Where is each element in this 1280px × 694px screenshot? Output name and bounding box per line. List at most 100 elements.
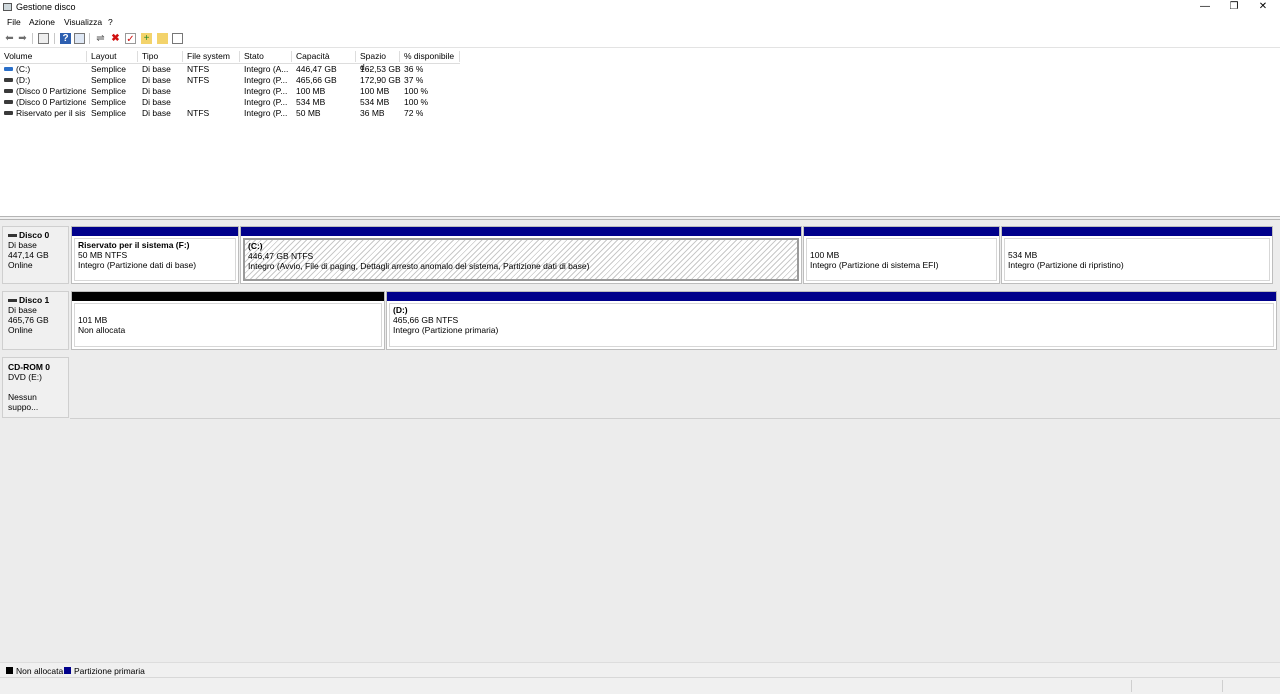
partition-unallocated[interactable]: 101 MB Non allocata: [71, 291, 385, 350]
table-row[interactable]: (C:) Semplice Di base NTFS Integro (A...…: [0, 64, 460, 75]
cell-volume: (C:): [16, 64, 31, 74]
partition-body: Riservato per il sistema (F:) 50 MB NTFS…: [74, 238, 236, 281]
delete-icon[interactable]: ✖: [110, 33, 121, 44]
forward-icon[interactable]: ➡: [17, 33, 28, 44]
legend-unallocated-label: Non allocata: [16, 666, 64, 676]
column-header-capacita[interactable]: Capacità: [292, 51, 356, 62]
disk-0-name: Disco 0: [8, 230, 68, 240]
partition-bar: [241, 227, 801, 236]
cell-volume: (Disco 0 Partizione...: [16, 97, 86, 107]
column-header-spazio[interactable]: Spazio d...: [356, 51, 400, 72]
cell-layout: Semplice: [91, 86, 126, 96]
partition-name: (D:): [393, 305, 408, 315]
cell-tipo: Di base: [142, 86, 171, 96]
partition-size: 465,66 GB NTFS: [393, 315, 459, 325]
properties-icon[interactable]: [38, 33, 49, 44]
column-header-disponibile[interactable]: % disponibile: [400, 51, 460, 62]
cell-perc: 72 %: [404, 108, 424, 118]
menu-azione[interactable]: Azione: [29, 17, 55, 27]
cell-stato: Integro (P...: [244, 86, 288, 96]
disk-volume-icon: [4, 67, 13, 71]
partition-body: 100 MB Integro (Partizione di sistema EF…: [806, 238, 997, 281]
disk-1-status: Online: [8, 325, 33, 335]
partition-efi[interactable]: 100 MB Integro (Partizione di sistema EF…: [803, 226, 1000, 284]
close-button[interactable]: ✕: [1248, 0, 1278, 15]
partition-size: 50 MB NTFS: [78, 250, 128, 260]
disk-1-name: Disco 1: [8, 295, 68, 305]
check-icon[interactable]: ✓: [125, 33, 136, 45]
cell-layout: Semplice: [91, 64, 126, 74]
partition-size: 101 MB: [78, 315, 108, 325]
partition-bar: [72, 227, 238, 236]
disk-volume-icon: [4, 100, 13, 104]
cell-capacita: 50 MB: [296, 108, 321, 118]
partition-d[interactable]: (D:) 465,66 GB NTFS Integro (Partizione …: [386, 291, 1277, 350]
column-header-tipo[interactable]: Tipo: [138, 51, 183, 62]
disk-volume-icon: [4, 89, 13, 93]
table-row[interactable]: (Disco 0 Partizione... Semplice Di base …: [0, 86, 460, 97]
cell-fs: NTFS: [187, 64, 210, 74]
table-row[interactable]: Riservato per il sist... Semplice Di bas…: [0, 108, 460, 119]
cell-tipo: Di base: [142, 108, 171, 118]
partition-name: Riservato per il sistema (F:): [78, 240, 190, 250]
disk-1-label[interactable]: Disco 1 Di base 465,76 GB Online: [2, 291, 69, 350]
column-header-volume[interactable]: Volume: [0, 51, 87, 62]
cell-tipo: Di base: [142, 64, 171, 74]
restore-button[interactable]: ❐: [1219, 0, 1249, 15]
folder-new-icon[interactable]: +: [141, 33, 152, 44]
cell-tipo: Di base: [142, 75, 171, 85]
column-header-file-system[interactable]: File system: [183, 51, 240, 62]
disk-management-icon: [3, 3, 12, 11]
partition-system-reserved[interactable]: Riservato per il sistema (F:) 50 MB NTFS…: [71, 226, 239, 284]
menu-bar: File Azione Visualizza ?: [0, 15, 1280, 29]
table-row[interactable]: (Disco 0 Partizione... Semplice Di base …: [0, 97, 460, 108]
menu-file[interactable]: File: [7, 17, 21, 27]
table-row[interactable]: (D:) Semplice Di base NTFS Integro (P...…: [0, 75, 460, 86]
minimize-button[interactable]: —: [1190, 0, 1220, 15]
legend-unallocated-swatch: [6, 667, 13, 674]
folder-open-icon[interactable]: [157, 33, 168, 44]
disk-0-status: Online: [8, 260, 33, 270]
toolbar: ⬅ ➡ ? ⇌ ✖ ✓ +: [0, 30, 1280, 48]
legend-primary-swatch: [64, 667, 71, 674]
cell-stato: Integro (P...: [244, 97, 288, 107]
menu-help[interactable]: ?: [108, 17, 113, 27]
disk-0-size: 447,14 GB: [8, 250, 49, 260]
partition-status: Integro (Partizione di sistema EFI): [810, 260, 939, 270]
console-icon[interactable]: [74, 33, 85, 44]
menu-visualizza[interactable]: Visualizza: [64, 17, 102, 27]
status-divider: [1131, 680, 1132, 692]
partition-recovery[interactable]: 534 MB Integro (Partizione di ripristino…: [1001, 226, 1273, 284]
column-header-stato[interactable]: Stato: [240, 51, 292, 62]
toolbar-separator: [32, 33, 33, 44]
cell-stato: Integro (A...: [244, 64, 289, 74]
help-icon[interactable]: ?: [60, 33, 71, 44]
cell-spazio: 534 MB: [360, 97, 390, 107]
cdrom-0-media-area: [70, 357, 1280, 419]
cdrom-0-name: CD-ROM 0: [8, 362, 51, 372]
disk-volume-icon: [4, 111, 13, 115]
toolbar-separator: [89, 33, 90, 44]
cell-stato: Integro (P...: [244, 75, 288, 85]
column-header-layout[interactable]: Layout: [87, 51, 138, 62]
window-title: Gestione disco: [16, 2, 76, 12]
title-bar: Gestione disco — ❐ ✕: [0, 0, 1280, 15]
partition-bar: [1002, 227, 1272, 236]
cell-fs: NTFS: [187, 75, 210, 85]
partition-body: 101 MB Non allocata: [74, 303, 382, 347]
back-icon[interactable]: ⬅: [4, 33, 15, 44]
partition-size: 534 MB: [1008, 250, 1038, 260]
cell-capacita: 100 MB: [296, 86, 326, 96]
partition-status: Integro (Partizione di ripristino): [1008, 260, 1124, 270]
partition-name: (C:): [248, 241, 263, 251]
view-icon[interactable]: [172, 33, 183, 44]
cell-perc: 36 %: [404, 64, 424, 74]
partition-c[interactable]: (C:) 446,47 GB NTFS Integro (Avvio, File…: [240, 226, 802, 284]
cell-spazio: 36 MB: [360, 108, 385, 118]
cdrom-0-label[interactable]: CD-ROM 0 DVD (E:) Nessun suppo...: [2, 357, 69, 418]
partition-status: Integro (Partizione primaria): [393, 325, 499, 335]
disk-0-label[interactable]: Disco 0 Di base 447,14 GB Online: [2, 226, 69, 284]
partition-body: 534 MB Integro (Partizione di ripristino…: [1004, 238, 1270, 281]
toolbar-separator: [54, 33, 55, 44]
connect-icon[interactable]: ⇌: [95, 33, 106, 44]
